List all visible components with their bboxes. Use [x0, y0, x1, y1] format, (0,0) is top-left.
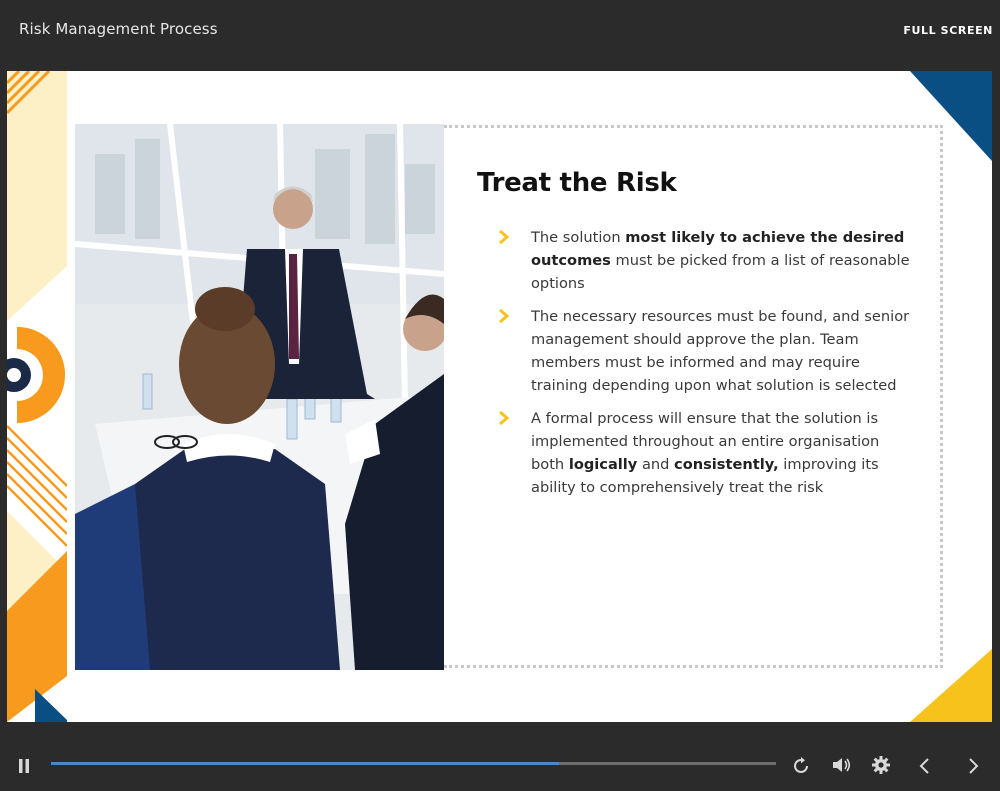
slide-canvas: Treat the Risk The solution most likely … [7, 71, 992, 722]
chevron-right-icon [499, 309, 510, 323]
bullet-text: The necessary resources must be found, a… [531, 308, 910, 394]
top-bar: Risk Management Process FULL SCREEN [0, 0, 1000, 70]
bullet-text: and [637, 456, 675, 473]
slide-heading: Treat the Risk [477, 168, 677, 198]
bullet-text: The solution [531, 229, 626, 246]
volume-icon[interactable] [832, 756, 852, 774]
chevron-right-icon [499, 411, 510, 425]
progress-track[interactable] [51, 762, 776, 765]
business-meeting-photo-icon [75, 124, 444, 670]
player-controls [0, 722, 1000, 791]
course-title: Risk Management Process [19, 20, 218, 38]
bullet-item: The solution most likely to achieve the … [497, 226, 917, 295]
chevron-left-icon[interactable] [918, 757, 932, 775]
pause-icon[interactable] [18, 758, 30, 773]
bullet-item: The necessary resources must be found, a… [497, 305, 917, 397]
progress-fill [51, 762, 559, 765]
replay-icon[interactable] [792, 757, 810, 775]
bullet-list: The solution most likely to achieve the … [497, 226, 917, 509]
bullet-text-bold: logically [568, 456, 638, 473]
bullet-text-bold: consistently, [674, 456, 779, 473]
meeting-photo [75, 124, 444, 670]
fullscreen-button[interactable]: FULL SCREEN [903, 24, 993, 37]
bullet-item: A formal process will ensure that the so… [497, 407, 917, 499]
chevron-right-icon [499, 230, 510, 244]
settings-icon[interactable] [872, 756, 890, 774]
chevron-right-icon[interactable] [966, 757, 980, 775]
